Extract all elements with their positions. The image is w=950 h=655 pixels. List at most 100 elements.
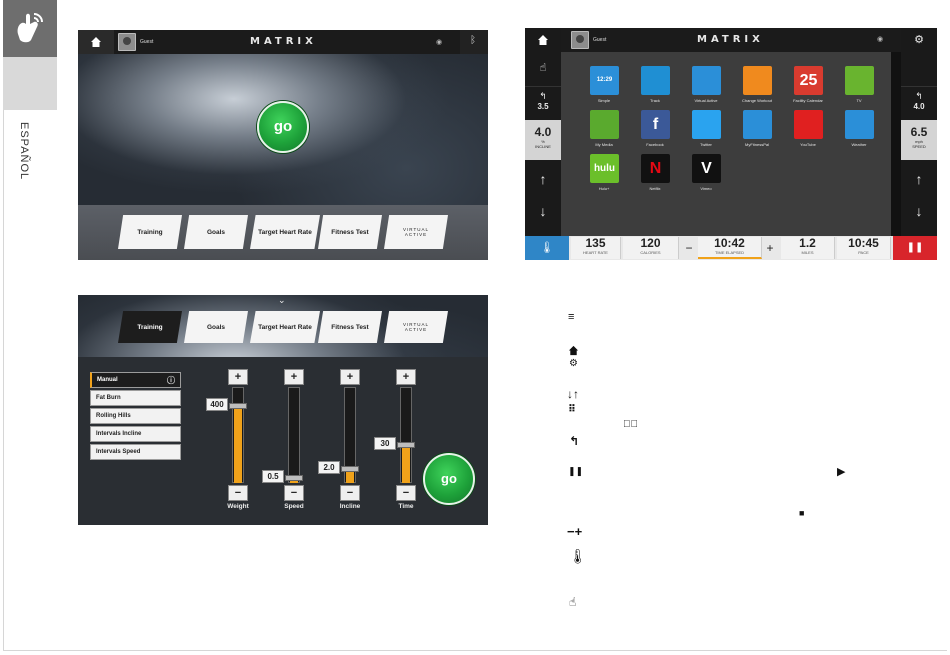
settings-button[interactable]: ⚙ — [901, 28, 937, 52]
tab-training-label: Training — [137, 228, 163, 236]
app-label: Weather — [851, 142, 867, 147]
pause-button[interactable]: ❚❚ — [893, 236, 937, 260]
collapse-chevron-icon[interactable]: ⌄ — [278, 295, 286, 306]
incline-slider-label: Incline — [339, 503, 361, 510]
pace-label: PACE — [858, 250, 869, 255]
app-glyph: 25 — [799, 72, 818, 89]
time-slider-handle[interactable] — [397, 442, 415, 448]
speed-plus-button[interactable]: + — [284, 369, 304, 385]
time-plus-button[interactable]: + — [763, 238, 777, 258]
go-button[interactable]: go — [257, 101, 309, 153]
home-button[interactable] — [78, 30, 114, 54]
page-frame-bottom — [3, 650, 947, 651]
incline-down-button[interactable]: ↓ — [525, 196, 561, 226]
program-manual[interactable]: Manual ⓘ — [90, 372, 181, 388]
app-twitter-icon[interactable] — [692, 110, 721, 139]
program-intervals-speed[interactable]: Intervals Speed — [90, 444, 181, 460]
minus-plus-icon: −+ — [567, 524, 583, 539]
app-netflix-icon[interactable]: N — [641, 154, 670, 183]
app-change-workout-icon[interactable] — [743, 66, 772, 95]
tab-target-heart-rate[interactable]: Target Heart Rate — [250, 311, 320, 343]
heart-rate-label: HEART RATE — [583, 250, 608, 255]
weight-slider-handle[interactable] — [229, 403, 247, 409]
calories-label: CALORIES — [640, 250, 661, 255]
speed-up-button[interactable]: ↑ — [901, 164, 937, 194]
app-facebook-icon[interactable]: f — [641, 110, 670, 139]
tab-training[interactable]: Training — [118, 311, 182, 343]
tab-training[interactable]: Training — [118, 215, 182, 249]
tab-virtual-active[interactable]: VIRTUAL ACTIVE — [384, 311, 448, 343]
tab-target-heart-rate[interactable]: Target Heart Rate — [250, 215, 320, 249]
time-slider-label: Time — [398, 503, 414, 510]
touch-icon: ☝ — [569, 595, 577, 609]
app-label: Track — [650, 98, 660, 103]
incline-back-button[interactable]: ↰ 3.5 — [525, 86, 561, 120]
weight-plus-button[interactable]: + — [228, 369, 248, 385]
speed-value: 6.5 — [910, 125, 928, 139]
tab-fitness-test-label: Fitness Test — [331, 228, 369, 236]
menu-icon: ≡ — [568, 311, 575, 323]
app-weather-icon[interactable] — [845, 110, 874, 139]
tab-fitness-test[interactable]: Fitness Test — [318, 215, 382, 249]
speed-minus-button[interactable]: − — [284, 485, 304, 501]
weight-minus-button[interactable]: − — [228, 485, 248, 501]
incline-up-button[interactable]: ↑ — [525, 164, 561, 194]
tab-fitness-test[interactable]: Fitness Test — [318, 311, 382, 343]
program-intervals-incline[interactable]: Intervals Incline — [90, 426, 181, 442]
incline-plus-button[interactable]: + — [340, 369, 360, 385]
avatar[interactable] — [118, 33, 136, 51]
app-myfitnesspal-icon[interactable] — [743, 110, 772, 139]
incline-slider-handle[interactable] — [341, 466, 359, 472]
top-bar: Guest MATRIX ◉ — [561, 28, 901, 52]
tab-goals[interactable]: Goals — [184, 311, 248, 343]
app-simple-icon[interactable]: 12:29 — [590, 66, 619, 95]
tab-goals-label: Goals — [206, 228, 226, 236]
app-track-icon[interactable] — [641, 66, 670, 95]
play-icon: ▶ — [837, 466, 846, 478]
program-fat-burn[interactable]: Fat Burn — [90, 390, 181, 406]
incline-display: 4.0 % INCLINE — [525, 120, 561, 160]
app-youtube-icon[interactable] — [794, 110, 823, 139]
app-facility-calendar-icon[interactable]: 25 — [794, 66, 823, 95]
time-minus-button[interactable]: − — [396, 485, 416, 501]
top-bar: Guest MATRIX ◉ ᛒ — [78, 30, 488, 54]
pause-icon: ❚❚ — [568, 466, 584, 476]
touch-lock-button[interactable]: ☝ — [525, 54, 561, 82]
tab-virtual-active[interactable]: VIRTUAL ACTIVE — [384, 215, 448, 249]
home-screen: Guest MATRIX ◉ ᛒ go Training Goals Targe… — [78, 30, 488, 260]
time-plus-button[interactable]: + — [396, 369, 416, 385]
back-icon: ↰ — [569, 434, 580, 448]
app-my-media-icon[interactable] — [590, 110, 619, 139]
tab-fitness-test-label: Fitness Test — [331, 323, 369, 331]
app-glyph: hulu — [593, 163, 616, 174]
virtual-active-line2: ACTIVE — [404, 327, 428, 332]
speed-back-button[interactable]: ↰ 4.0 — [901, 86, 937, 120]
speed-slider-track[interactable] — [288, 387, 300, 483]
stat-calories: 120 CALORIES — [623, 237, 679, 259]
weight-slider-fill — [234, 406, 242, 483]
check-circle-icon: ✓⃝ — [623, 419, 638, 430]
home-button[interactable] — [525, 28, 561, 52]
bluetooth-button[interactable]: ᛒ — [460, 30, 488, 54]
info-icon[interactable]: ⓘ — [167, 374, 175, 388]
app-vimeo-icon[interactable]: V — [692, 154, 721, 183]
app-label: Netflix — [649, 186, 661, 191]
section-tab — [3, 0, 57, 57]
cooldown-button[interactable]: 🌡 — [525, 236, 569, 260]
time-minus-button[interactable]: − — [682, 238, 696, 258]
guest-label: Guest — [593, 37, 607, 43]
go-button[interactable]: go — [423, 453, 475, 505]
avatar[interactable] — [571, 31, 589, 49]
miles-label: MILES — [801, 250, 814, 255]
stat-heart-rate: 135 HEART RATE — [571, 237, 621, 259]
stats-bar: 🌡 135 HEART RATE 120 CALORIES − 10:42 TI… — [525, 236, 937, 260]
program-rolling-hills[interactable]: Rolling Hills — [90, 408, 181, 424]
app-hulu-icon[interactable]: hulu — [590, 154, 619, 183]
speed-slider-handle[interactable] — [285, 475, 303, 481]
app-tv-icon[interactable] — [845, 66, 874, 95]
app-virtual-active-icon[interactable] — [692, 66, 721, 95]
tab-goals[interactable]: Goals — [184, 215, 248, 249]
incline-minus-button[interactable]: − — [340, 485, 360, 501]
arrow-up-icon: ↑ — [539, 171, 547, 187]
speed-down-button[interactable]: ↓ — [901, 196, 937, 226]
